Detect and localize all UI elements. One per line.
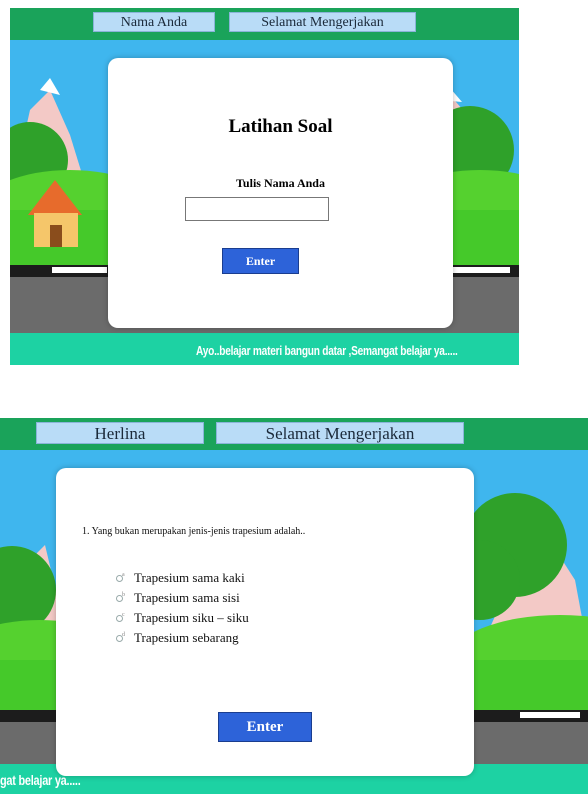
radio-icon[interactable]: c xyxy=(116,612,128,622)
ticker-text: Ayo..belajar materi bangun datar ,Semang… xyxy=(196,343,458,358)
question-text: 1. Yang bukan merupakan jenis-jenis trap… xyxy=(82,526,306,537)
login-screen: Nama Anda Selamat Mengerjakan Ayo..belaj… xyxy=(10,8,519,365)
answer-option-label: Trapesium sama kaki xyxy=(134,570,245,585)
greeting-chip: Selamat Mengerjakan xyxy=(229,12,416,32)
bottom-bar: Ayo..belajar materi bangun datar ,Semang… xyxy=(10,333,519,365)
name-chip: Nama Anda xyxy=(93,12,215,32)
name-field[interactable] xyxy=(185,197,329,221)
answer-option-label: Trapesium sama sisi xyxy=(134,590,240,605)
page-title: Latihan Soal xyxy=(228,116,333,137)
login-card: Latihan Soal Tulis Nama Anda Enter xyxy=(108,58,453,328)
radio-icon[interactable]: d xyxy=(116,632,128,642)
quiz-screen: Herlina Selamat Mengerjakan gat belajar … xyxy=(0,418,588,794)
top-bar: Herlina Selamat Mengerjakan xyxy=(0,418,588,450)
name-chip: Herlina xyxy=(36,422,204,444)
answer-options: a Trapesium sama kaki b Trapesium sama s… xyxy=(116,568,249,648)
answer-option-label: Trapesium sebarang xyxy=(134,630,239,645)
top-bar: Nama Anda Selamat Mengerjakan xyxy=(10,8,519,40)
greeting-chip: Selamat Mengerjakan xyxy=(216,422,464,444)
answer-option-c[interactable]: c Trapesium siku – siku xyxy=(116,608,249,628)
name-field-label: Tulis Nama Anda xyxy=(236,176,325,190)
enter-button[interactable]: Enter xyxy=(218,712,312,742)
answer-option-d[interactable]: d Trapesium sebarang xyxy=(116,628,249,648)
answer-option-b[interactable]: b Trapesium sama sisi xyxy=(116,588,249,608)
answer-option-a[interactable]: a Trapesium sama kaki xyxy=(116,568,249,588)
quiz-card: 1. Yang bukan merupakan jenis-jenis trap… xyxy=(56,468,474,776)
radio-icon[interactable]: b xyxy=(116,592,128,602)
enter-button[interactable]: Enter xyxy=(222,248,299,274)
radio-icon[interactable]: a xyxy=(116,572,128,582)
answer-option-label: Trapesium siku – siku xyxy=(134,610,249,625)
